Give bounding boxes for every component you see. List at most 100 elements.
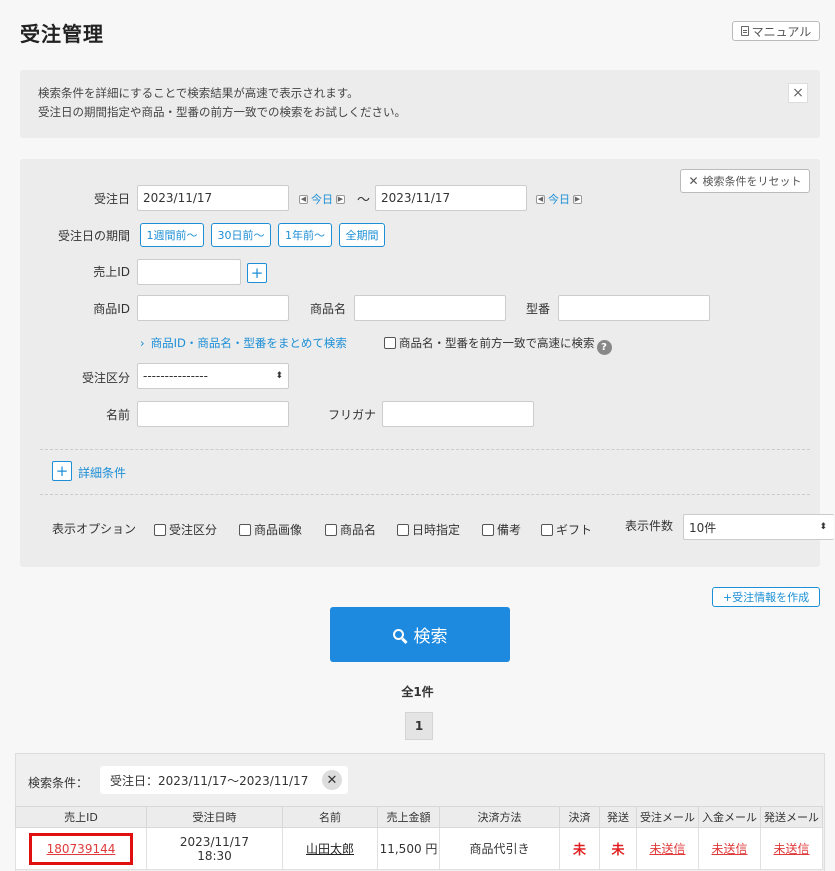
prefix-search-checkbox[interactable] [384,337,396,349]
display-option-product-name[interactable]: 商品名 [325,521,376,538]
order-mail-cell: 未送信 [636,827,699,870]
display-option-product-image[interactable]: 商品画像 [239,521,302,538]
period-1year-button[interactable]: 1年前～ [278,223,332,247]
display-option-order-type[interactable]: 受注区分 [154,521,217,538]
column-header[interactable]: 決済方法 [439,806,560,828]
payment-mail-link[interactable]: 未送信 [711,842,747,856]
product-id-input[interactable] [137,295,289,321]
display-option-datetime[interactable]: 日時指定 [397,521,460,538]
display-option-label: 備考 [497,523,522,537]
date-to-input[interactable]: 2023/11/17 [375,185,527,211]
sales-id-input[interactable] [137,259,241,285]
reset-label: 検索条件をリセット [702,175,802,188]
column-header[interactable]: 発送 [599,806,637,828]
column-header[interactable]: 決済 [559,806,600,828]
today-to-link[interactable]: ◀ 今日 ▶ [536,191,582,207]
checkbox[interactable] [239,524,251,536]
shipping-mail-link[interactable]: 未送信 [773,842,809,856]
select-arrows-icon: ⬍ [819,522,827,532]
page-1-button[interactable]: 1 [405,712,433,740]
condition-chip: 受注日：2023/11/17～2023/11/17 ✕ [100,766,348,794]
chevron-left-icon: ◀ [299,194,308,204]
product-id-label: 商品ID [93,302,130,316]
add-sales-id-button[interactable]: + [247,263,267,283]
conditions-label: 検索条件： [28,776,89,790]
checkbox[interactable] [397,524,409,536]
divider [40,494,810,495]
display-option-label: 商品名 [340,523,377,537]
notice-banner: 検索条件を詳細にすることで検索結果が高速で表示されます。 受注日の期間指定や商品… [20,70,820,138]
name-label: 名前 [105,408,130,422]
results-table: 売上ID 受注日時 名前 売上金額 決済方法 決済 発送 受注メール 入金メール… [15,806,823,870]
column-header[interactable]: 受注メール [636,806,699,828]
prefix-search-option[interactable]: 商品名・型番を前方一致で高速に検索? [384,335,612,355]
period-30days-button[interactable]: 30日前～ [211,223,271,247]
checkbox[interactable] [482,524,494,536]
order-mail-link[interactable]: 未送信 [649,842,685,856]
period-1week-button[interactable]: 1週間前～ [140,223,204,247]
detail-conditions-link[interactable]: 詳細条件 [78,464,126,481]
detail-conditions-toggle[interactable]: + [52,461,72,481]
column-header[interactable]: 受注日時 [146,806,283,828]
table-row: 180739144 2023/11/17 18:30 山田太郎 11,500 円… [15,827,823,870]
product-name-label: 商品名 [309,302,346,316]
order-type-label: 受注区分 [81,371,130,385]
model-input[interactable] [558,295,710,321]
column-header[interactable]: 入金メール [698,806,761,828]
name-input[interactable] [137,401,289,427]
search-button[interactable]: 検索 [330,607,510,662]
display-option-notes[interactable]: 備考 [482,521,521,538]
chevron-right-icon: ▶ [336,194,345,204]
column-header[interactable]: 売上ID [15,806,147,828]
search-icon [392,629,404,640]
column-header[interactable]: 売上金額 [377,806,440,828]
results-section: 検索条件： 受注日：2023/11/17～2023/11/17 ✕ 売上ID 受… [15,753,825,871]
close-icon[interactable]: ✕ [322,770,342,790]
close-icon[interactable]: × [788,83,808,103]
chevron-right-icon: ▶ [573,194,582,204]
display-option-gift[interactable]: ギフト [541,521,592,538]
shipping-status-cell: 未 [599,827,637,870]
divider [40,449,810,450]
product-name-input[interactable] [354,295,506,321]
highlight-box: 180739144 [28,832,134,865]
order-type-select[interactable]: --------------- ⬍ [137,363,289,389]
payment-status: 未 [572,843,586,858]
period-all-button[interactable]: 全期間 [339,223,385,247]
per-page-select[interactable]: 10件 ⬍ [683,514,834,540]
search-panel: ✕ 検索条件をリセット 受注日 2023/11/17 ◀ 今日 ▶ ～ 2023… [20,159,834,567]
order-date: 2023/11/17 [179,834,250,849]
furigana-input[interactable] [382,401,534,427]
amount-cell: 11,500 円 [377,827,440,870]
notice-text: 検索条件を詳細にすることで検索結果が高速で表示されます。 受注日の期間指定や商品… [38,84,406,122]
plus-icon: + [250,264,264,282]
checkbox[interactable] [325,524,337,536]
reset-conditions-button[interactable]: ✕ 検索条件をリセット [680,169,810,193]
customer-name-link[interactable]: 山田太郎 [306,842,354,856]
order-date-label: 受注日 [93,192,130,206]
create-order-button[interactable]: +受注情報を作成 [712,587,820,607]
order-datetime-cell: 2023/11/17 18:30 [146,827,283,870]
today-label: 今日 [311,193,333,206]
today-from-link[interactable]: ◀ 今日 ▶ [299,191,345,207]
manual-button[interactable]: マニュアル [732,21,820,41]
furigana-label: フリガナ [327,408,376,422]
chevron-right-icon: › [140,336,145,350]
checkbox[interactable] [541,524,553,536]
column-header[interactable]: 発送メール [760,806,823,828]
per-page-value: 10件 [689,520,717,535]
column-header[interactable]: 名前 [282,806,378,828]
date-from-input[interactable]: 2023/11/17 [137,185,289,211]
model-label: 型番 [525,302,550,316]
checkbox[interactable] [154,524,166,536]
combined-search-link[interactable]: › 商品ID・商品名・型番をまとめて検索 [140,335,347,351]
close-icon: ✕ [688,174,699,188]
name-cell: 山田太郎 [282,827,378,870]
notice-line-1: 検索条件を詳細にすることで検索結果が高速で表示されます。 [38,86,359,100]
sales-id-link[interactable]: 180739144 [47,842,116,856]
prefix-search-label: 商品名・型番を前方一致で高速に検索 [399,336,595,350]
condition-chip-text: 受注日：2023/11/17～2023/11/17 [110,773,309,788]
manual-label: マニュアル [751,24,812,39]
combined-search-label: 商品ID・商品名・型番をまとめて検索 [150,336,347,350]
help-icon[interactable]: ? [596,340,612,355]
